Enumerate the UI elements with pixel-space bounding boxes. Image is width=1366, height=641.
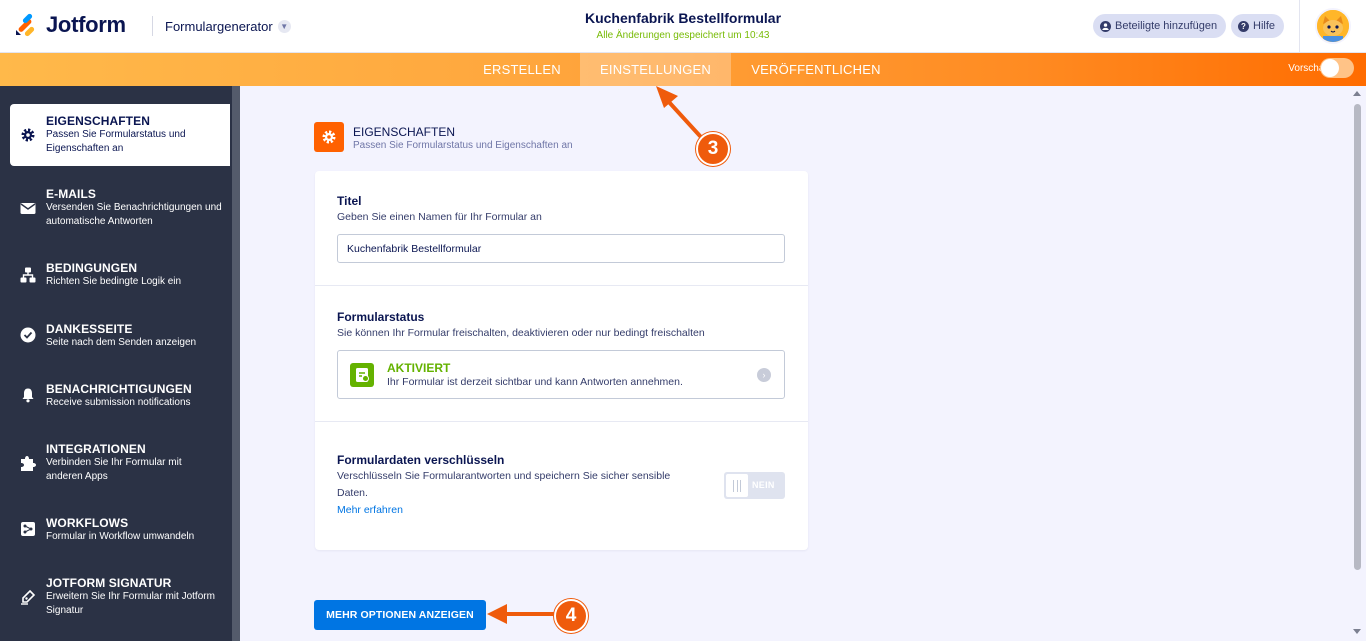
puzzle-icon <box>20 455 36 471</box>
main-nav-bar: ERSTELLEN EINSTELLUNGEN VERÖFFENTLICHEN … <box>0 53 1366 86</box>
help-button[interactable]: ? Hilfe <box>1231 14 1285 38</box>
encrypt-field-label: Formulardaten verschlüsseln <box>337 453 505 467</box>
scrollbar-thumb[interactable] <box>1354 104 1361 570</box>
settings-sidebar: EIGENSCHAFTEN Passen Sie Formularstatus … <box>0 86 240 641</box>
sidebar-item-title: EIGENSCHAFTEN <box>46 114 150 128</box>
section-subtitle: Passen Sie Formularstatus und Eigenschaf… <box>353 140 573 151</box>
sidebar-item-desc: Receive submission notifications <box>46 397 191 408</box>
envelope-icon <box>20 200 36 216</box>
tab-veroeffentlichen[interactable]: VERÖFFENTLICHEN <box>738 53 894 86</box>
pen-icon <box>20 589 36 605</box>
sidebar-item-desc: Verbinden Sie Ihr Formular mit anderen A… <box>46 457 182 482</box>
sidebar-item-desc: Formular in Workflow umwandeln <box>46 531 195 542</box>
form-title-input[interactable]: Kuchenfabrik Bestellformular <box>337 234 785 263</box>
user-icon <box>1100 20 1111 32</box>
sidebar-item-integrationen[interactable]: INTEGRATIONEN Verbinden Sie Ihr Formular… <box>0 434 232 494</box>
add-participants-button[interactable]: Beteiligte hinzufügen <box>1093 14 1227 38</box>
tab-erstellen[interactable]: ERSTELLEN <box>472 53 572 86</box>
sidebar-item-title: INTEGRATIONEN <box>46 442 146 456</box>
sidebar-item-title: JOTFORM SIGNATUR <box>46 576 172 590</box>
help-label: Hilfe <box>1253 20 1276 32</box>
sidebar-item-title: E-MAILS <box>46 187 97 201</box>
form-status-selector[interactable]: AKTIVIERT Ihr Formular ist derzeit sicht… <box>337 350 785 399</box>
status-value: AKTIVIERT <box>387 361 451 375</box>
checkmark-circle-icon <box>20 327 36 343</box>
annotation-arrow-3 <box>656 86 702 138</box>
cat-avatar-icon <box>1317 10 1349 42</box>
properties-card: Titel Geben Sie einen Namen für Ihr Form… <box>315 171 808 550</box>
scroll-up-icon[interactable] <box>1353 91 1361 96</box>
workflow-icon <box>20 521 36 537</box>
encrypt-toggle[interactable]: NEIN <box>724 472 785 499</box>
gear-icon <box>314 122 344 152</box>
avatar[interactable] <box>1315 8 1351 44</box>
grip-icon <box>733 479 741 492</box>
gear-icon <box>20 127 36 143</box>
card-divider <box>315 421 808 422</box>
avatar-divider <box>1299 0 1300 53</box>
form-active-icon <box>350 363 374 387</box>
sidebar-item-dankesseite[interactable]: DANKESSEITE Seite nach dem Senden anzeig… <box>0 314 232 364</box>
tab-einstellungen[interactable]: EINSTELLUNGEN <box>580 53 731 86</box>
sidebar-item-emails[interactable]: E-MAILS Versenden Sie Benachrichtigungen… <box>0 176 232 236</box>
learn-more-link[interactable]: Mehr erfahren <box>337 504 403 516</box>
preview-toggle[interactable] <box>1320 58 1354 78</box>
bell-icon <box>20 387 36 403</box>
sidebar-item-desc: Passen Sie Formularstatus und Eigenschaf… <box>46 129 186 154</box>
add-participants-label: Beteiligte hinzufügen <box>1115 20 1218 32</box>
title-field-label: Titel <box>337 194 362 208</box>
sidebar-item-bedingungen[interactable]: BEDINGUNGEN Richten Sie bedingte Logik e… <box>0 251 232 301</box>
encrypt-field-description: Verschlüsseln Sie Formularantworten und … <box>337 470 671 499</box>
question-icon: ? <box>1238 20 1249 32</box>
preview-toggle-knob <box>1321 59 1339 77</box>
status-field-description: Sie können Ihr Formular freischalten, de… <box>337 327 705 339</box>
annotation-badge-3: 3 <box>696 132 730 166</box>
encrypt-toggle-label: NEIN <box>752 480 775 490</box>
sidebar-item-desc: Versenden Sie Benachrichtigungen und aut… <box>46 202 222 227</box>
annotation-arrow-4 <box>487 604 556 624</box>
annotation-badge-4: 4 <box>554 599 588 633</box>
status-field-label: Formularstatus <box>337 310 425 324</box>
sidebar-item-benachrichtigungen[interactable]: BENACHRICHTIGUNGEN Receive submission no… <box>0 374 232 424</box>
status-value-description: Ihr Formular ist derzeit sichtbar und ka… <box>387 376 683 388</box>
toggle-handle <box>726 474 748 497</box>
top-header: Jotform Formulargenerator ▼ Kuchenfabrik… <box>0 0 1366 53</box>
chevron-right-icon: › <box>757 368 771 382</box>
sidebar-item-workflows[interactable]: WORKFLOWS Formular in Workflow umwandeln <box>0 508 232 558</box>
sidebar-item-title: BEDINGUNGEN <box>46 261 138 275</box>
sidebar-item-title: DANKESSEITE <box>46 322 133 336</box>
sidebar-item-desc: Seite nach dem Senden anzeigen <box>46 337 197 348</box>
sidebar-item-eigenschaften[interactable]: EIGENSCHAFTEN Passen Sie Formularstatus … <box>10 104 230 166</box>
sidebar-item-title: BENACHRICHTIGUNGEN <box>46 382 192 396</box>
sidebar-item-desc: Erweitern Sie Ihr Formular mit Jotform S… <box>46 591 215 616</box>
sidebar-item-jotform-signatur[interactable]: JOTFORM SIGNATUR Erweitern Sie Ihr Formu… <box>0 568 232 628</box>
sidebar-item-desc: Richten Sie bedingte Logik ein <box>46 276 182 287</box>
card-divider <box>315 285 808 286</box>
section-title: EIGENSCHAFTEN <box>353 125 456 139</box>
show-more-options-button[interactable]: MEHR OPTIONEN ANZEIGEN <box>314 600 486 630</box>
hierarchy-icon <box>20 267 36 283</box>
scroll-down-icon[interactable] <box>1353 629 1361 634</box>
title-field-description: Geben Sie einen Namen für Ihr Formular a… <box>337 211 542 223</box>
sidebar-item-title: WORKFLOWS <box>46 516 129 530</box>
